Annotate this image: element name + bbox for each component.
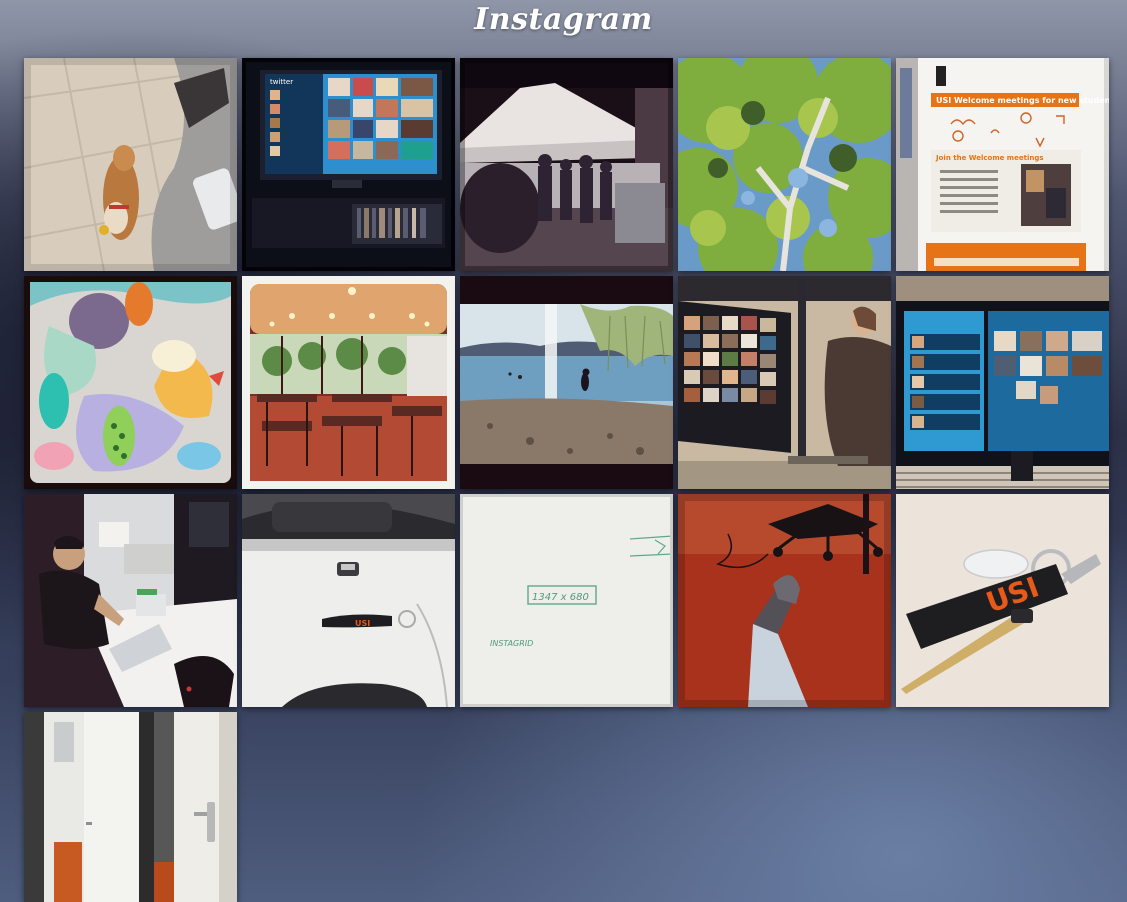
poster-subtitle: Join the Welcome meetings bbox=[935, 154, 1044, 162]
usi-lanyard-photo-image: USI bbox=[896, 494, 1109, 707]
photo-tile-usi-lanyard[interactable]: USI bbox=[896, 494, 1109, 707]
foot-red-floor-photo-image bbox=[678, 494, 891, 707]
photo-tile-dashboard-monitor[interactable] bbox=[896, 276, 1109, 489]
desk-keys-photo-image: USI bbox=[242, 494, 455, 707]
photo-tile-tree[interactable] bbox=[678, 58, 891, 271]
lanyard-small-text: USI bbox=[355, 619, 370, 628]
poster-headline: USI Welcome meetings for new students bbox=[936, 96, 1109, 105]
man-desk-photo-image bbox=[24, 494, 237, 707]
photo-tile-twitter-tv[interactable]: twitter bbox=[242, 58, 455, 271]
photo-tile-woman-monitor[interactable] bbox=[678, 276, 891, 489]
photo-tile-dog[interactable] bbox=[24, 58, 237, 271]
abstract-painting-photo-image bbox=[24, 276, 237, 489]
photo-tile-beach[interactable] bbox=[460, 276, 673, 489]
photo-tile-tent[interactable] bbox=[460, 58, 673, 271]
photo-tile-usi-poster[interactable]: USI Welcome meetings for new students Jo… bbox=[896, 58, 1109, 271]
whiteboard-small-label: INSTAGRID bbox=[490, 639, 533, 648]
photo-tile-cafeteria[interactable] bbox=[242, 276, 455, 489]
office-door-photo-image bbox=[24, 712, 237, 902]
instagram-logo: Instagram bbox=[474, 2, 653, 37]
twitter-tv-photo-image: twitter bbox=[242, 58, 455, 271]
whiteboard-main-label: 1347 x 680 bbox=[532, 592, 589, 603]
twitter-screen-label: twitter bbox=[270, 78, 293, 86]
photo-tile-whiteboard[interactable]: 1347 x 680 INSTAGRID bbox=[460, 494, 673, 707]
photo-tile-desk-keys[interactable]: USI bbox=[242, 494, 455, 707]
dog-photo-image bbox=[24, 58, 237, 271]
tent-photo-image bbox=[460, 58, 673, 271]
dashboard-monitor-photo-image bbox=[896, 276, 1109, 489]
whiteboard-photo-image: 1347 x 680 INSTAGRID bbox=[460, 494, 673, 707]
tree-photo-image bbox=[678, 58, 891, 271]
usi-poster-photo-image: USI Welcome meetings for new students Jo… bbox=[896, 58, 1109, 271]
photo-tile-office-door[interactable] bbox=[24, 712, 237, 902]
photo-tile-foot-red-floor[interactable] bbox=[678, 494, 891, 707]
photo-grid: twitter USI Welcome meetings for new stu… bbox=[24, 58, 1109, 902]
cafeteria-photo-image bbox=[242, 276, 455, 489]
photo-tile-abstract-painting[interactable] bbox=[24, 276, 237, 489]
app-header: Instagram bbox=[0, 0, 1127, 56]
beach-photo-image bbox=[460, 276, 673, 489]
photo-tile-man-desk[interactable] bbox=[24, 494, 237, 707]
woman-monitor-photo-image bbox=[678, 276, 891, 489]
